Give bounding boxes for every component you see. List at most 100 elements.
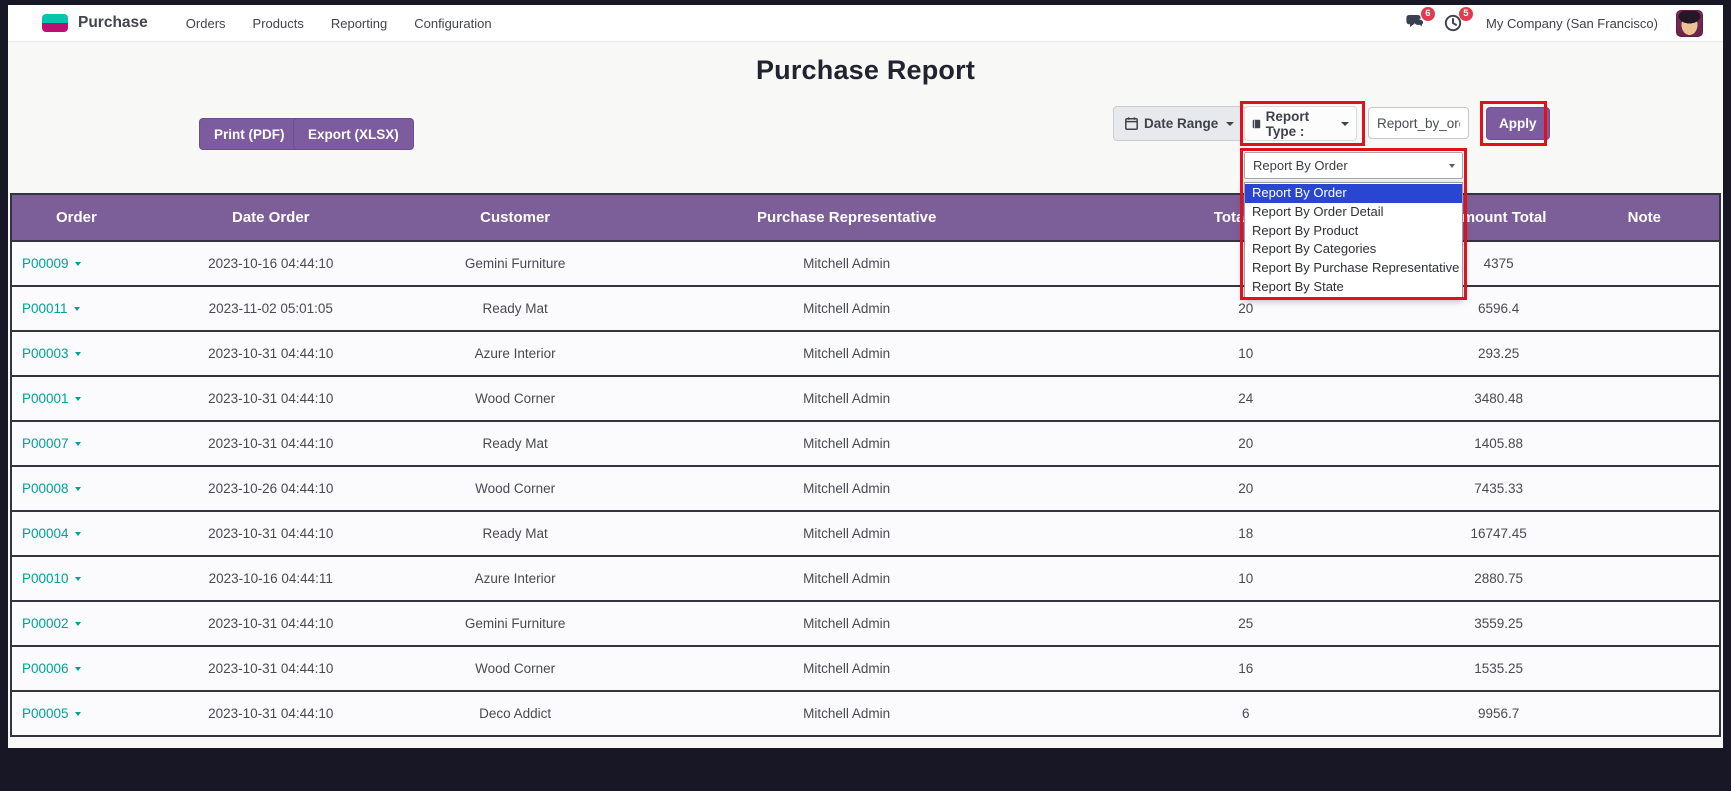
order-link[interactable]: P00007 <box>22 436 81 451</box>
cell-note <box>1570 511 1720 556</box>
cell-order: P00005 <box>11 691 141 736</box>
cell-date-order: 2023-10-31 04:44:10 <box>141 511 401 556</box>
cell-total-qty: 18 <box>1064 511 1428 556</box>
order-link[interactable]: P00009 <box>22 256 81 271</box>
dropdown-option[interactable]: Report By State <box>1245 278 1462 297</box>
order-link[interactable]: P00006 <box>22 661 81 676</box>
menu-products[interactable]: Products <box>253 16 304 31</box>
column-header: Order <box>11 194 141 241</box>
order-link[interactable]: P00001 <box>22 391 81 406</box>
cell-amount-total: 293.25 <box>1428 331 1570 376</box>
main-menu: Orders Products Reporting Configuration <box>186 16 492 31</box>
cell-amount-total: 1535.25 <box>1428 646 1570 691</box>
menu-orders[interactable]: Orders <box>186 16 226 31</box>
export-xlsx-button[interactable]: Export (XLSX) <box>293 118 414 150</box>
cell-customer: Deco Addict <box>401 691 630 736</box>
cell-representative: Mitchell Admin <box>630 376 1064 421</box>
cell-order: P00001 <box>11 376 141 421</box>
cell-customer: Ready Mat <box>401 511 630 556</box>
cell-note <box>1570 601 1720 646</box>
messages-button[interactable]: 6 <box>1406 14 1426 32</box>
cell-order: P00009 <box>11 241 141 286</box>
cell-date-order: 2023-10-31 04:44:10 <box>141 331 401 376</box>
cell-order: P00003 <box>11 331 141 376</box>
cell-representative: Mitchell Admin <box>630 691 1064 736</box>
cell-amount-total: 2880.75 <box>1428 556 1570 601</box>
cell-total-qty: 20 <box>1064 466 1428 511</box>
order-link[interactable]: P00005 <box>22 706 81 721</box>
cell-date-order: 2023-10-31 04:44:10 <box>141 421 401 466</box>
caret-down-icon <box>75 397 81 401</box>
table-row: P000052023-10-31 04:44:10Deco AddictMitc… <box>11 691 1720 736</box>
cell-amount-total: 7435.33 <box>1428 466 1570 511</box>
table-row: P000012023-10-31 04:44:10Wood CornerMitc… <box>11 376 1720 421</box>
cell-order: P00002 <box>11 601 141 646</box>
caret-down-icon <box>75 622 81 626</box>
navbar-right: 6 5 My Company (San Francisco) <box>1406 10 1707 37</box>
table-row: P000062023-10-31 04:44:10Wood CornerMitc… <box>11 646 1720 691</box>
caret-down-icon <box>75 532 81 536</box>
chevron-down-icon <box>1449 164 1455 168</box>
dropdown-option[interactable]: Report By Purchase Representative <box>1245 259 1462 278</box>
cell-customer: Azure Interior <box>401 331 630 376</box>
company-switcher[interactable]: My Company (San Francisco) <box>1486 16 1658 31</box>
dropdown-option[interactable]: Report By Order <box>1245 184 1462 203</box>
caret-down-icon <box>75 262 81 266</box>
cell-total-qty: 24 <box>1064 376 1428 421</box>
cell-customer: Wood Corner <box>401 466 630 511</box>
dropdown-option[interactable]: Report By Product <box>1245 222 1462 241</box>
chevron-down-icon <box>1226 122 1234 126</box>
cell-customer: Gemini Furniture <box>401 601 630 646</box>
cell-date-order: 2023-10-26 04:44:10 <box>141 466 401 511</box>
report-type-button[interactable]: Report Type : <box>1244 106 1357 141</box>
top-navbar: Purchase Orders Products Reporting Confi… <box>8 5 1723 42</box>
table-row: P000082023-10-26 04:44:10Wood CornerMitc… <box>11 466 1720 511</box>
date-range-button[interactable]: Date Range <box>1113 106 1246 141</box>
report-type-selected-value: Report By Order <box>1253 158 1348 173</box>
caret-down-icon <box>74 307 80 311</box>
column-header: Date Order <box>141 194 401 241</box>
table-row: P000072023-10-31 04:44:10Ready MatMitche… <box>11 421 1720 466</box>
cell-representative: Mitchell Admin <box>630 421 1064 466</box>
menu-configuration[interactable]: Configuration <box>414 16 491 31</box>
odoo-app-logo-icon[interactable] <box>42 14 68 32</box>
cell-order: P00008 <box>11 466 141 511</box>
print-pdf-button[interactable]: Print (PDF) <box>199 118 300 150</box>
dropdown-option[interactable]: Report By Order Detail <box>1245 203 1462 222</box>
page-title: Purchase Report <box>8 55 1723 86</box>
app-name[interactable]: Purchase <box>78 14 148 32</box>
apply-button[interactable]: Apply <box>1486 107 1550 140</box>
order-link[interactable]: P00010 <box>22 571 81 586</box>
column-header: Purchase Representative <box>630 194 1064 241</box>
cell-order: P00007 <box>11 421 141 466</box>
column-header: Customer <box>401 194 630 241</box>
menu-reporting[interactable]: Reporting <box>331 16 387 31</box>
cell-date-order: 2023-10-31 04:44:10 <box>141 601 401 646</box>
cell-representative: Mitchell Admin <box>630 511 1064 556</box>
chevron-down-icon <box>1341 122 1349 126</box>
cell-note <box>1570 241 1720 286</box>
user-avatar[interactable] <box>1676 10 1703 37</box>
cell-note <box>1570 286 1720 331</box>
report-name-input[interactable] <box>1368 107 1469 139</box>
report-table-body: P000092023-10-16 04:44:10Gemini Furnitur… <box>11 241 1720 736</box>
order-link[interactable]: P00003 <box>22 346 81 361</box>
activities-button[interactable]: 5 <box>1444 14 1464 32</box>
report-type-select[interactable]: Report By Order <box>1244 152 1463 179</box>
cell-amount-total: 3480.48 <box>1428 376 1570 421</box>
app-window: Purchase Orders Products Reporting Confi… <box>8 5 1723 748</box>
activities-badge: 5 <box>1459 7 1473 21</box>
order-link[interactable]: P00008 <box>22 481 81 496</box>
cell-order: P00004 <box>11 511 141 556</box>
calendar-icon <box>1125 117 1138 130</box>
messages-badge: 6 <box>1421 7 1435 21</box>
cell-amount-total: 16747.45 <box>1428 511 1570 556</box>
order-link[interactable]: P00002 <box>22 616 81 631</box>
cell-note <box>1570 421 1720 466</box>
dropdown-option[interactable]: Report By Categories <box>1245 240 1462 259</box>
order-link[interactable]: P00004 <box>22 526 81 541</box>
cell-note <box>1570 556 1720 601</box>
order-link[interactable]: P00011 <box>22 301 80 316</box>
report-type-label: Report Type : <box>1266 109 1335 139</box>
cell-amount-total: 9956.7 <box>1428 691 1570 736</box>
